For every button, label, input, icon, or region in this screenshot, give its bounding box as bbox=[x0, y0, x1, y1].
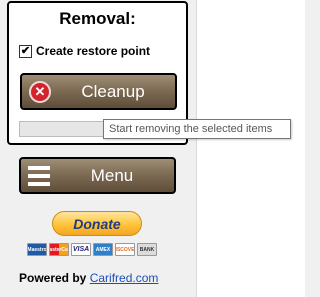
cleanup-button-label: Cleanup bbox=[81, 81, 145, 101]
left-panel: Removal: ✔ Create restore point ✕ Cleanu… bbox=[0, 0, 196, 297]
mastercard-card-icon: MasterCard bbox=[49, 243, 69, 256]
powered-by-footer: Powered by Carifred.com bbox=[19, 271, 158, 285]
maestro-card-icon: Maestro bbox=[27, 243, 47, 256]
menu-button[interactable]: Menu bbox=[19, 157, 176, 194]
red-x-icon: ✕ bbox=[29, 80, 51, 103]
cleanup-button[interactable]: ✕ Cleanup bbox=[20, 73, 177, 110]
restore-point-option[interactable]: ✔ Create restore point bbox=[19, 44, 150, 58]
donate-button[interactable]: Donate bbox=[52, 211, 142, 236]
removal-title: Removal: bbox=[59, 9, 136, 28]
donate-button-label: Donate bbox=[73, 215, 121, 232]
cleanup-tooltip: Start removing the selected items bbox=[103, 119, 291, 139]
menu-button-label: Menu bbox=[90, 165, 134, 185]
bank-card-icon: BANK bbox=[137, 243, 157, 256]
powered-by-text: Powered by bbox=[19, 271, 87, 285]
visa-card-icon: VISA bbox=[71, 243, 91, 256]
amex-card-icon: AMEX bbox=[93, 243, 113, 256]
discover-card-icon: DISCOVER bbox=[115, 243, 135, 256]
restore-point-label: Create restore point bbox=[36, 44, 151, 58]
carifred-link[interactable]: Carifred.com bbox=[90, 271, 159, 285]
hamburger-icon bbox=[28, 165, 50, 186]
restore-point-checkbox[interactable]: ✔ bbox=[19, 44, 32, 58]
payment-cards: Maestro MasterCard VISA AMEX DISCOVER BA… bbox=[27, 243, 157, 256]
results-pane bbox=[196, 0, 305, 297]
